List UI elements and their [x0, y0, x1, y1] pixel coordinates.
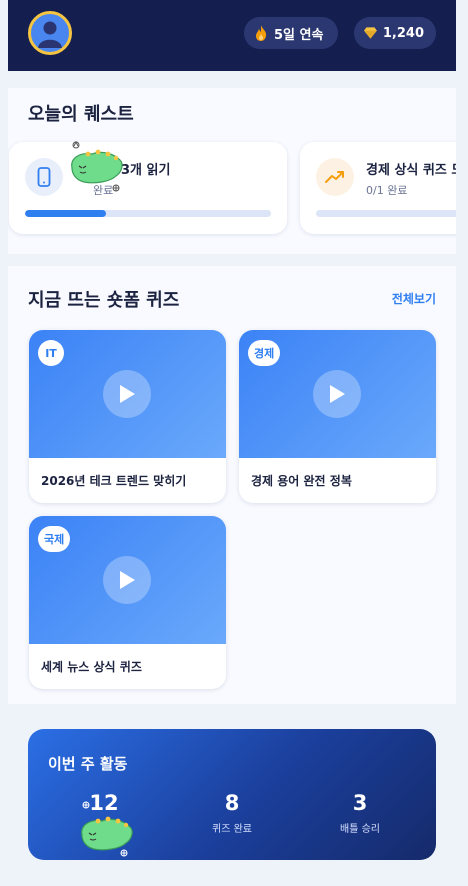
quiz-card[interactable]: IT 2026년 테크 트렌드 맞히기 — [29, 330, 226, 503]
play-icon — [330, 385, 345, 403]
quiz-title: 경제 용어 완전 정복 — [251, 474, 352, 488]
quiz-card[interactable]: 국제 세계 뉴스 상식 퀴즈 — [29, 516, 226, 689]
quiz-tag: 국제 — [38, 526, 71, 552]
avatar[interactable] — [28, 11, 72, 55]
quest-card[interactable]: 경제 상식 퀴즈 도 0/1 완료 — [300, 142, 456, 234]
quest-progress-fill — [25, 210, 107, 217]
quest-subtitle: 0/1 완료 — [366, 184, 408, 197]
phone-icon — [37, 167, 51, 187]
weekly-stat: 8 퀴즈 완료 — [172, 791, 292, 835]
quiz-section: 지금 뜨는 숏폼 퀴즈 전체보기 IT 2026년 테크 트렌드 맞히기 경제 … — [8, 266, 456, 704]
quiz-tag: 경제 — [248, 340, 281, 366]
app-header: 5일 연속 1,240 — [8, 0, 456, 71]
user-icon — [38, 21, 62, 48]
quest-card[interactable]: 3개 읽기 완료 — [9, 142, 287, 234]
gem-icon — [364, 27, 377, 39]
dinosaur-mascot-icon — [81, 801, 133, 857]
quest-progress — [25, 210, 271, 217]
section-title-quizzes: 지금 뜨는 숏폼 퀴즈 — [28, 290, 180, 311]
quiz-title: 세계 뉴스 상식 퀴즈 — [41, 660, 142, 674]
weekly-activity-card: 이번 주 활동 12 8 퀴즈 완료 3 배틀 승리 — [28, 729, 436, 860]
gem-balance[interactable]: 1,240 — [354, 17, 436, 49]
play-button[interactable] — [103, 370, 151, 418]
quest-icon-wrap — [25, 158, 63, 196]
weekly-title: 이번 주 활동 — [48, 755, 128, 773]
stat-value: 8 — [224, 791, 240, 815]
streak-label: 5일 연속 — [274, 27, 324, 43]
see-all-link[interactable]: 전체보기 — [392, 290, 436, 307]
weekly-stat: 3 배틀 승리 — [300, 791, 420, 835]
play-button[interactable] — [313, 370, 361, 418]
quiz-tag: IT — [38, 340, 64, 366]
stat-label: 배틀 승리 — [340, 824, 380, 835]
dinosaur-mascot-icon — [71, 140, 123, 192]
quiz-card[interactable]: 경제 경제 용어 완전 정복 — [239, 330, 436, 503]
quest-icon-wrap — [316, 158, 354, 196]
quest-progress — [316, 210, 456, 217]
play-icon — [120, 385, 135, 403]
stat-label: 퀴즈 완료 — [212, 824, 252, 835]
quest-title: 경제 상식 퀴즈 도 — [366, 163, 456, 178]
quiz-title: 2026년 테크 트렌드 맞히기 — [41, 474, 187, 488]
play-icon — [120, 571, 135, 589]
quest-section: 오늘의 퀘스트 3개 읽기 완료 경제 상식 퀴즈 도 0/1 완료 — [8, 88, 456, 254]
flame-icon — [256, 25, 267, 41]
streak-badge[interactable]: 5일 연속 — [244, 17, 338, 49]
gem-count: 1,240 — [382, 25, 424, 41]
stat-value: 3 — [352, 791, 368, 815]
play-button[interactable] — [103, 556, 151, 604]
trending-up-icon — [325, 171, 344, 183]
section-title-quests: 오늘의 퀘스트 — [28, 104, 134, 125]
